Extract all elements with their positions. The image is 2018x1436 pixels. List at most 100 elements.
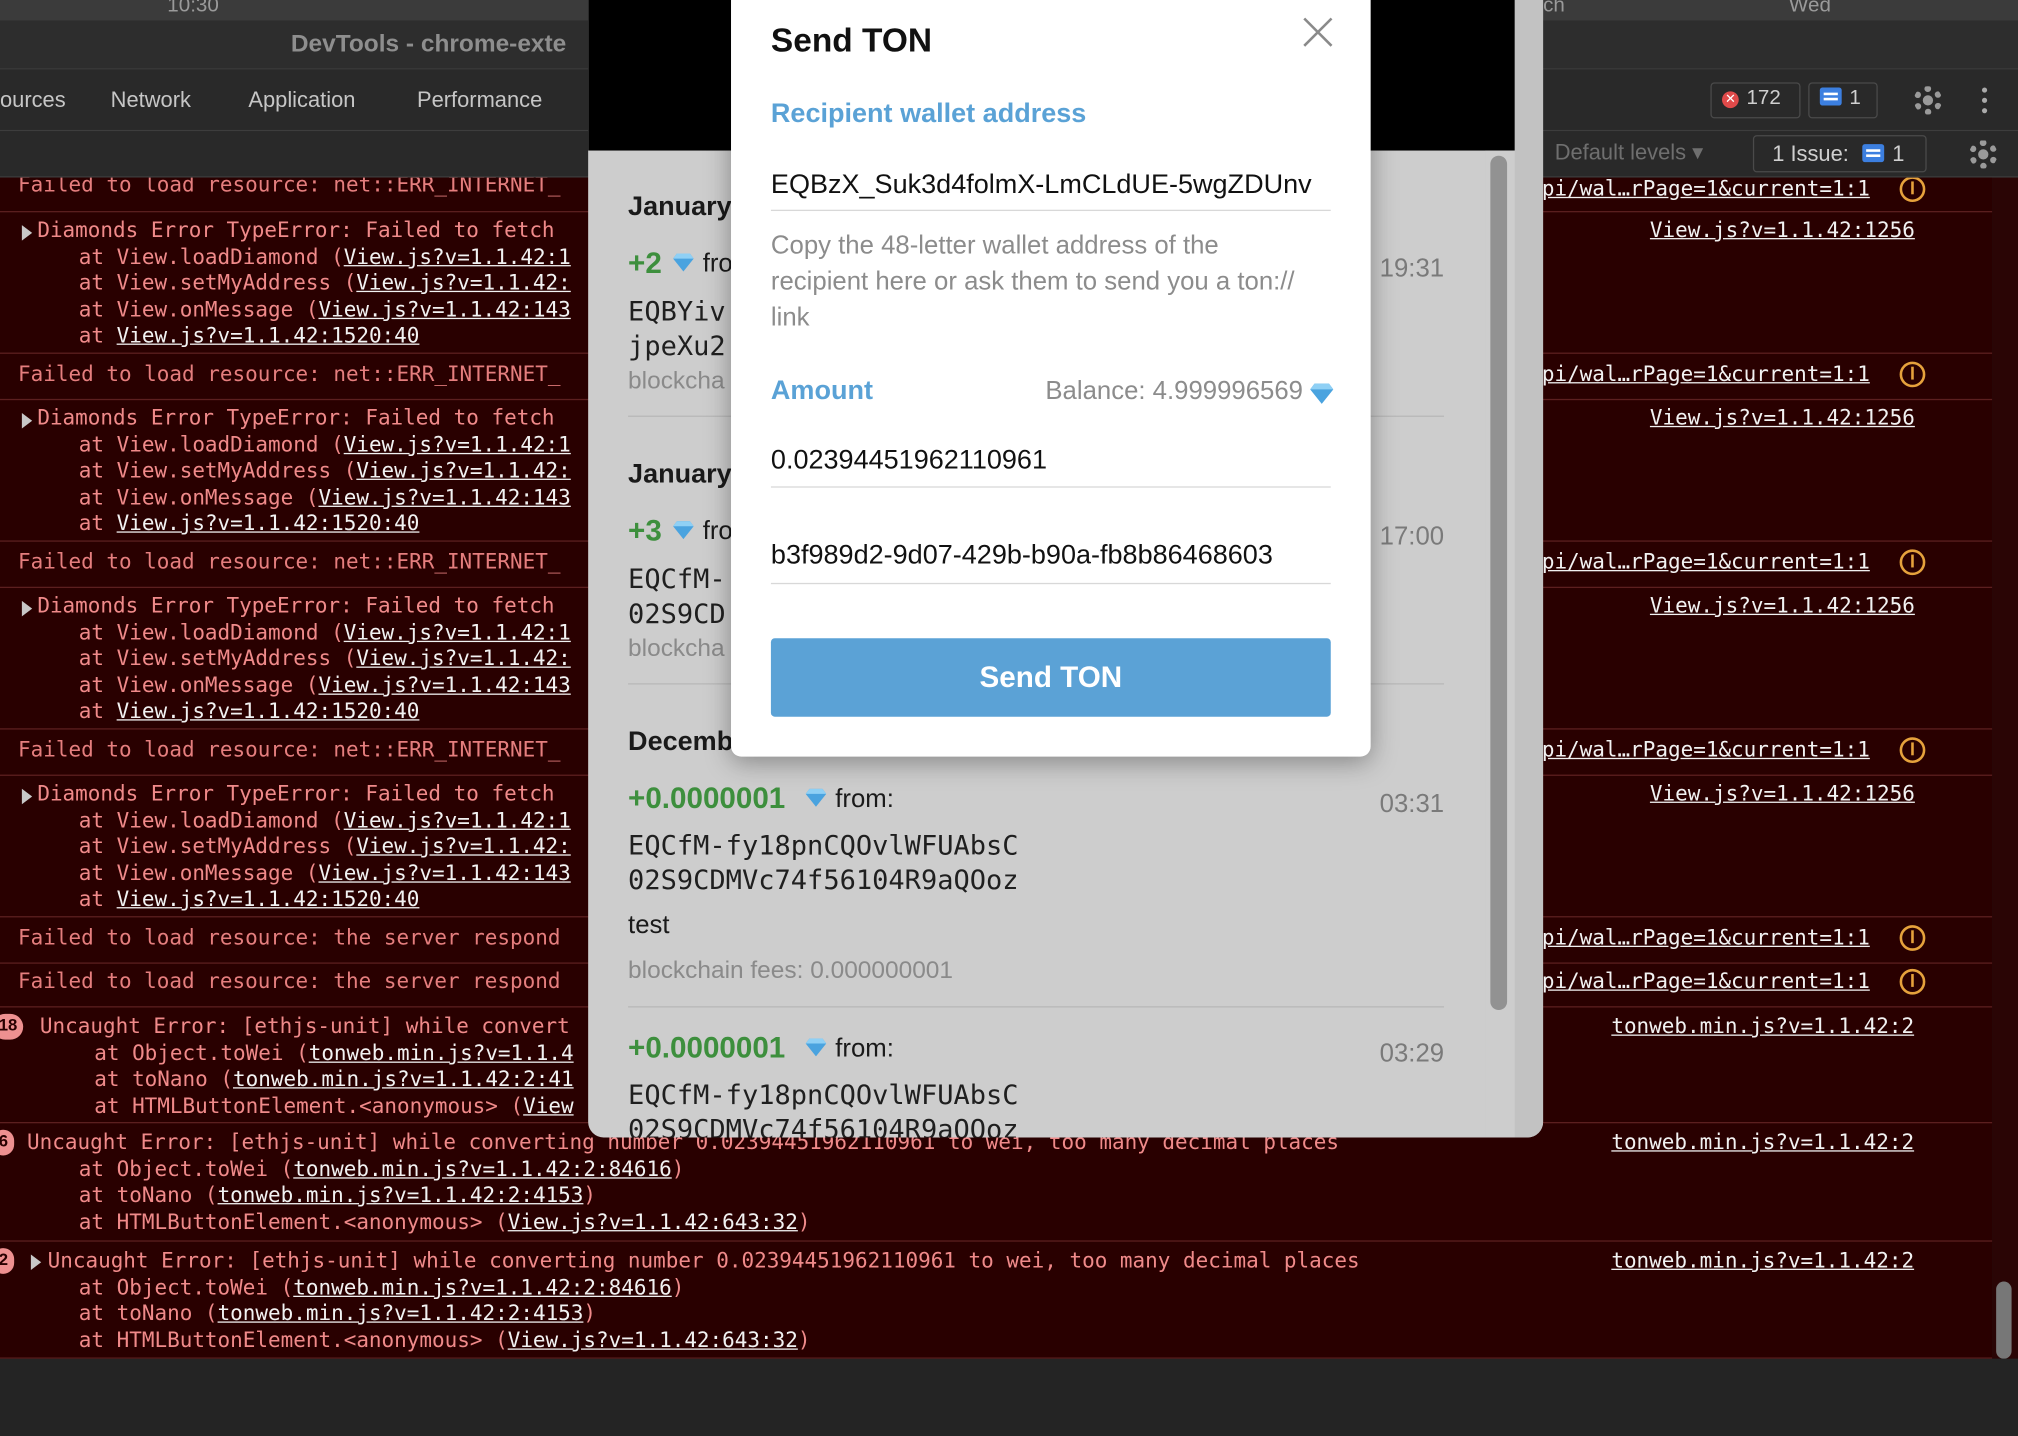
send-ton-dialog: Send TON Recipient wallet address Copy t…	[731, 0, 1371, 757]
wallet-scroll-thumb[interactable]	[1490, 155, 1508, 1011]
transaction-from-label: fro	[702, 249, 733, 278]
console-scroll-thumb[interactable]	[1996, 1281, 2012, 1359]
stack-link[interactable]: View.js?v=1.1.42:143	[318, 861, 570, 885]
message-count-badge[interactable]: 1	[1808, 82, 1878, 119]
stack-link[interactable]: View.js?v=1.1.42:143	[318, 297, 570, 321]
stack-link[interactable]: tonweb.min.js?v=1.1.42:2:84616	[293, 1275, 671, 1299]
message-icon	[1819, 87, 1842, 106]
console-text: Failed to load resource: the server resp…	[18, 968, 561, 994]
transaction-from-label: from:	[835, 784, 894, 814]
transaction-time: 19:31	[1379, 254, 1445, 284]
message-count: 1	[1849, 87, 1861, 110]
stack-link[interactable]: tonweb.min.js?v=1.1.42:2:84616	[293, 1157, 671, 1181]
transaction-amount: +0.0000001	[628, 1030, 786, 1065]
stack-link[interactable]: View.js?v=1.1.42:643:32	[508, 1209, 798, 1233]
console-scrollbar[interactable]	[1992, 177, 2018, 1359]
balance-display: Balance: 4.999996569	[976, 377, 1334, 407]
expand-triangle-icon[interactable]	[30, 1254, 42, 1270]
close-icon[interactable]	[1301, 15, 1334, 48]
tab-sources[interactable]: ources	[0, 87, 66, 113]
network-warning-icon[interactable]	[1899, 737, 1926, 764]
stack-link[interactable]: tonweb.min.js?v=1.1.42:2:4153	[218, 1301, 584, 1325]
stack-frame: at View.onMessage (	[28, 860, 319, 886]
transaction-fee: blockchain fees: 0.000000001	[628, 957, 954, 985]
source-link[interactable]: tonweb.min.js?v=1.1.42:2	[1611, 1014, 1914, 1038]
stack-frame: at View.onMessage (	[28, 297, 319, 322]
stack-frame: at toNano (	[43, 1066, 234, 1092]
stack-link[interactable]: View.js?v=1.1.42:1	[344, 432, 571, 456]
stack-link[interactable]: View.js?v=1.1.42:143	[318, 673, 570, 697]
diamond-icon	[673, 521, 694, 540]
source-link[interactable]: View.js?v=1.1.42:1256	[1650, 781, 1915, 805]
stack-link[interactable]: View.js?v=1.1.42:1520:40	[117, 887, 420, 911]
stack-link[interactable]: View.js?v=1.1.42:	[356, 458, 570, 482]
transaction-address-line: EQBYiv	[628, 295, 726, 327]
stack-link[interactable]: View.js?v=1.1.42:	[356, 270, 570, 294]
stack-frame: at HTMLButtonElement.<anonymous> (	[43, 1093, 524, 1119]
transaction-item[interactable]: Decemb +0.0000001 from: 03:31 EQCfM-fy18…	[628, 715, 1444, 1011]
stack-link[interactable]: View.js?v=1.1.42:1520:40	[117, 323, 420, 347]
transaction-address-line: 02S9CDMVc74f56104R9aQOoz	[628, 1114, 1019, 1138]
network-warning-icon[interactable]	[1899, 177, 1926, 203]
stack-frame: at View.onMessage (	[28, 485, 319, 510]
stack-link[interactable]: View.js?v=1.1.42:1	[344, 808, 571, 832]
stack-link[interactable]: View.js?v=1.1.42:1	[344, 244, 571, 268]
source-link[interactable]: pi/wal…rPage=1&current=1:1	[1542, 969, 1870, 993]
source-link[interactable]: pi/wal…rPage=1&current=1:1	[1542, 737, 1870, 761]
transaction-from-label: fro	[702, 517, 733, 546]
more-options-icon[interactable]	[1981, 87, 1988, 93]
source-link[interactable]: View.js?v=1.1.42:1256	[1650, 405, 1915, 429]
stack-link[interactable]: View.js?v=1.1.42:1	[344, 620, 571, 644]
source-link[interactable]: pi/wal…rPage=1&current=1:1	[1542, 925, 1870, 949]
issues-button[interactable]: 1 Issue: 1	[1752, 135, 1927, 173]
stack-link[interactable]: View.js?v=1.1.42:1520:40	[117, 699, 420, 723]
tab-performance[interactable]: Performance	[417, 87, 542, 113]
source-link[interactable]: View.js?v=1.1.42:1256	[1650, 593, 1915, 617]
stack-link[interactable]: View.js?v=1.1.42:	[356, 834, 570, 858]
source-link[interactable]: tonweb.min.js?v=1.1.42:2	[1611, 1130, 1914, 1154]
transaction-time: 03:29	[1379, 1039, 1445, 1068]
source-link[interactable]: View.js?v=1.1.42:1256	[1650, 217, 1915, 241]
expand-triangle-icon[interactable]	[21, 413, 33, 429]
transaction-fee: blockcha	[628, 367, 725, 396]
tab-application[interactable]: Application	[248, 87, 355, 113]
network-warning-icon[interactable]	[1899, 549, 1926, 576]
network-warning-icon[interactable]	[1899, 361, 1926, 388]
expand-triangle-icon[interactable]	[21, 225, 33, 241]
expand-triangle-icon[interactable]	[21, 788, 33, 805]
stack-frame: at	[28, 886, 117, 911]
console-text: Failed to load resource: net::ERR_INTERN…	[18, 177, 561, 197]
console-settings-gear-icon[interactable]	[1969, 140, 1998, 169]
source-link[interactable]: pi/wal…rPage=1&current=1:1	[1542, 362, 1870, 386]
stack-frame: at Object.toWei (	[43, 1040, 309, 1066]
tab-network[interactable]: Network	[111, 87, 191, 113]
stack-link[interactable]: View.js?v=1.1.42:643:32	[508, 1328, 798, 1352]
transaction-item[interactable]: +0.0000001 from: 03:29 EQCfM-fy18pnCQOvl…	[628, 1009, 1444, 1138]
stack-frame-end: )	[671, 1275, 685, 1300]
transaction-from-label: from:	[835, 1034, 894, 1063]
amount-input[interactable]	[770, 433, 1331, 488]
menubar-text: ch	[1543, 0, 1565, 17]
transaction-amount: +0.0000001	[628, 781, 786, 815]
network-warning-icon[interactable]	[1899, 968, 1926, 995]
stack-frame: at toNano (	[28, 1300, 218, 1326]
stack-link[interactable]: View.js?v=1.1.42:143	[318, 485, 570, 509]
log-levels-dropdown[interactable]: Default levels ▾	[1555, 140, 1703, 166]
error-count-badge[interactable]: ✕ 172	[1710, 82, 1801, 119]
popup-edge	[1514, 0, 1544, 1138]
network-warning-icon[interactable]	[1899, 925, 1926, 951]
source-link[interactable]: pi/wal…rPage=1&current=1:1	[1542, 549, 1870, 573]
stack-link[interactable]: tonweb.min.js?v=1.1.42:2:4153	[218, 1182, 584, 1206]
stack-link[interactable]: View.js?v=1.1.42:	[356, 646, 570, 670]
stack-link[interactable]: View.js?v=1.1.42:1520:40	[117, 511, 420, 535]
recipient-address-input[interactable]	[770, 159, 1331, 212]
settings-gear-icon[interactable]	[1913, 86, 1943, 115]
send-ton-button[interactable]: Send TON	[770, 638, 1331, 717]
source-link[interactable]: pi/wal…rPage=1&current=1:1	[1542, 178, 1870, 201]
stack-link[interactable]: tonweb.min.js?v=1.1.42:2:41	[233, 1067, 574, 1091]
stack-link[interactable]: View	[523, 1094, 573, 1118]
comment-input[interactable]	[770, 528, 1331, 585]
stack-link[interactable]: tonweb.min.js?v=1.1.4	[309, 1041, 574, 1065]
source-link[interactable]: tonweb.min.js?v=1.1.42:2	[1611, 1248, 1914, 1272]
expand-triangle-icon[interactable]	[21, 600, 33, 617]
